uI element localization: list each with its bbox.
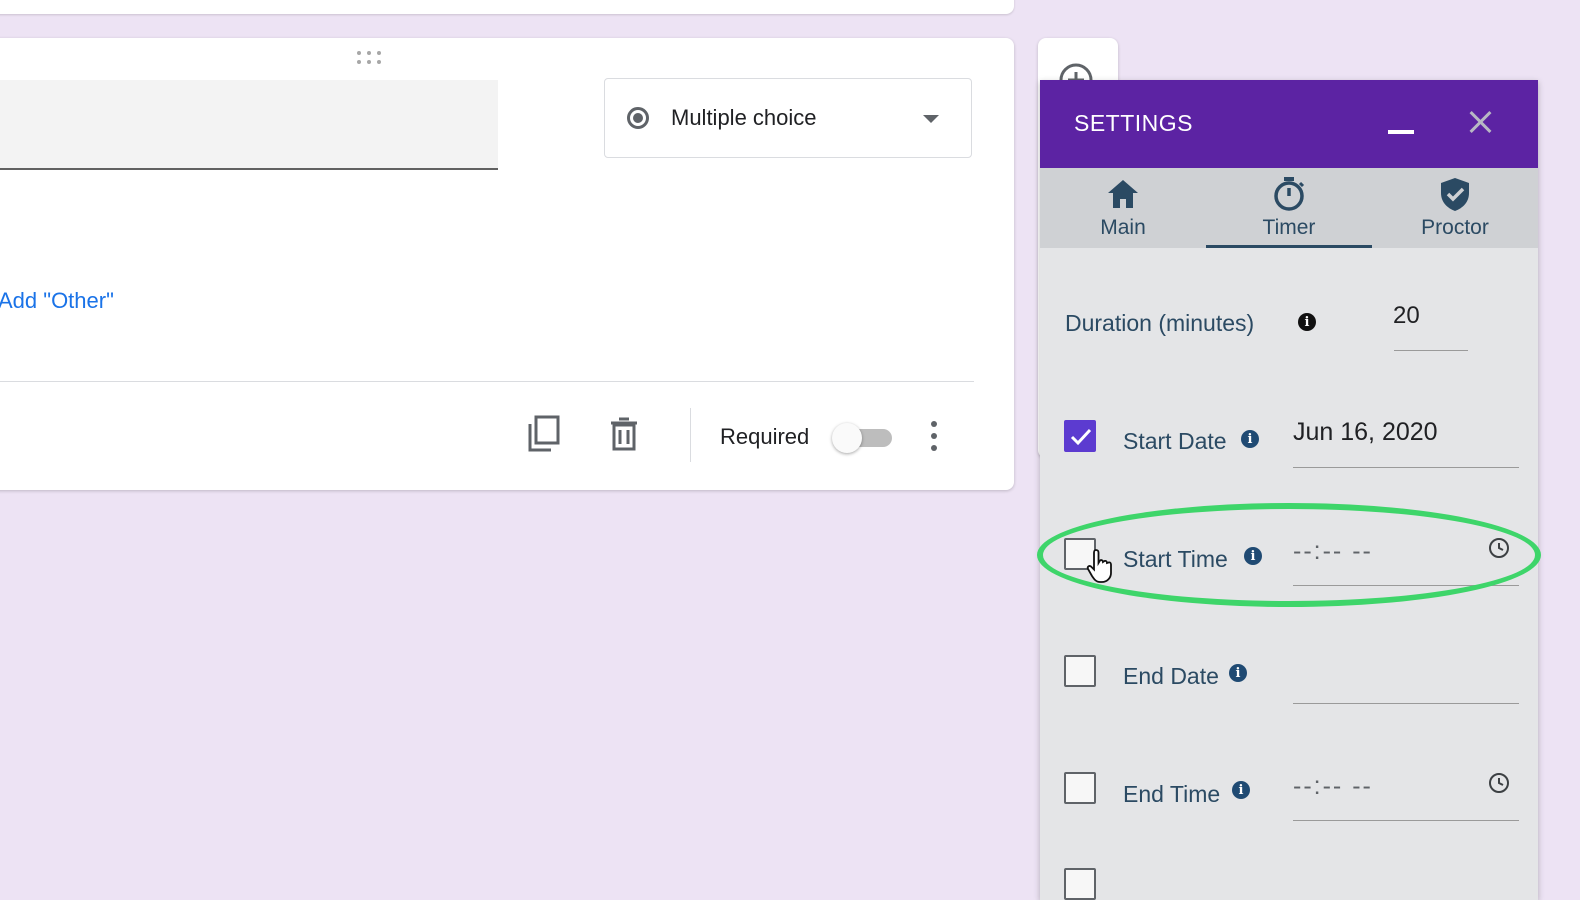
start-time-underline	[1293, 585, 1519, 586]
clock-icon[interactable]	[1488, 772, 1510, 794]
add-other-link[interactable]: Add "Other"	[0, 288, 114, 314]
end-date-label: End Date	[1123, 663, 1219, 689]
end-date-info-icon[interactable]: i	[1229, 664, 1247, 682]
close-icon[interactable]	[1464, 106, 1496, 138]
end-date-checkbox[interactable]	[1064, 655, 1096, 687]
tab-main[interactable]: Main	[1040, 168, 1206, 248]
question-title-input[interactable]	[0, 80, 498, 170]
duration-input[interactable]: 20	[1393, 302, 1420, 330]
stopwatch-icon	[1274, 177, 1305, 211]
trash-icon	[611, 417, 637, 451]
settings-title: SETTINGS	[1074, 110, 1194, 136]
start-date-underline	[1293, 467, 1519, 468]
question-type-select[interactable]: Multiple choice	[604, 78, 972, 158]
end-time-checkbox[interactable]	[1064, 772, 1096, 804]
delete-button[interactable]	[604, 414, 644, 454]
start-date-label: Start Date	[1123, 428, 1227, 454]
tab-proctor-label: Proctor	[1421, 216, 1489, 239]
start-date-input[interactable]: Jun 16, 2020	[1293, 418, 1438, 447]
minimize-icon[interactable]	[1388, 130, 1414, 134]
end-time-input[interactable]: --:-- --	[1293, 772, 1373, 801]
settings-panel: SETTINGS Main Timer Proctor Duration (mi…	[1040, 80, 1538, 900]
settings-tabs: Main Timer Proctor	[1040, 168, 1538, 248]
duplicate-button[interactable]	[524, 414, 564, 454]
end-time-label: End Time	[1123, 781, 1221, 807]
home-icon	[1108, 180, 1138, 208]
start-date-info-icon[interactable]: i	[1241, 430, 1259, 448]
hand-cursor-icon	[1086, 549, 1112, 583]
end-time-info-icon[interactable]: i	[1232, 781, 1250, 799]
duration-underline	[1394, 350, 1468, 351]
start-time-input[interactable]: --:-- --	[1293, 537, 1373, 566]
start-time-info-icon[interactable]: i	[1244, 547, 1262, 565]
start-date-checkbox[interactable]	[1064, 420, 1096, 452]
tab-proctor[interactable]: Proctor	[1372, 168, 1538, 248]
settings-header: SETTINGS	[1040, 80, 1538, 168]
next-row-checkbox[interactable]	[1064, 868, 1096, 900]
shield-check-icon	[1441, 178, 1469, 211]
tab-timer-label: Timer	[1262, 216, 1316, 239]
end-date-underline	[1293, 703, 1519, 704]
tab-timer[interactable]: Timer	[1206, 168, 1372, 248]
duration-label: Duration (minutes)	[1065, 310, 1255, 336]
toolbar-separator	[690, 408, 691, 462]
required-label: Required	[720, 424, 810, 449]
dropdown-arrow-icon	[923, 115, 939, 123]
end-time-underline	[1293, 820, 1519, 821]
clock-icon[interactable]	[1488, 537, 1510, 559]
question-card: Multiple choice Add "Other" Required	[0, 38, 1014, 490]
checkmark-icon	[1070, 428, 1092, 446]
question-type-label: Multiple choice	[671, 105, 817, 130]
start-time-label: Start Time	[1123, 546, 1228, 572]
more-vert-icon[interactable]	[924, 418, 944, 454]
required-toggle[interactable]	[832, 423, 896, 453]
copy-icon	[528, 415, 560, 452]
card-divider	[0, 381, 974, 382]
tab-main-label: Main	[1100, 216, 1146, 239]
previous-question-card	[0, 0, 1014, 14]
drag-handle-icon[interactable]	[354, 51, 384, 65]
radio-button-icon	[627, 107, 649, 129]
duration-info-icon[interactable]: i	[1298, 313, 1316, 331]
